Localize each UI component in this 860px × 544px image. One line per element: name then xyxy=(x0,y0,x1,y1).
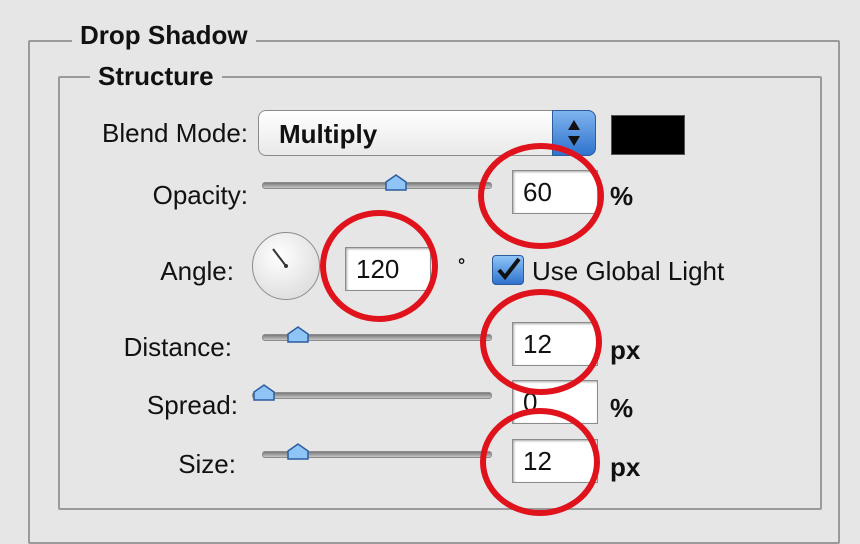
angle-dial[interactable] xyxy=(252,232,320,300)
distance-label: Distance: xyxy=(123,332,232,362)
degree-unit: ° xyxy=(458,255,466,275)
distance-highlight-ring xyxy=(480,289,602,395)
distance-unit: px xyxy=(610,335,641,365)
spread-slider-thumb[interactable] xyxy=(252,384,276,402)
spread-unit: % xyxy=(610,393,634,423)
size-label: Size: xyxy=(178,449,236,479)
spread-slider-track[interactable] xyxy=(252,392,492,399)
opacity-label: Opacity: xyxy=(152,180,248,210)
size-unit: px xyxy=(610,452,641,482)
blend-mode-value: Multiply xyxy=(279,119,378,149)
opacity-slider-thumb[interactable] xyxy=(384,174,408,192)
spread-label: Spread: xyxy=(146,390,238,420)
checkmark-icon xyxy=(497,257,521,281)
size-highlight-ring xyxy=(480,408,600,516)
structure-title: Structure xyxy=(90,61,222,91)
shadow-color-swatch[interactable] xyxy=(611,115,685,155)
size-slider-thumb[interactable] xyxy=(286,443,310,461)
distance-slider-thumb[interactable] xyxy=(286,326,310,344)
opacity-highlight-ring xyxy=(478,143,604,249)
use-global-light-checkbox[interactable] xyxy=(492,255,524,285)
opacity-slider-track[interactable] xyxy=(262,182,492,189)
drop-shadow-title: Drop Shadow xyxy=(72,20,256,50)
angle-highlight-ring xyxy=(320,210,438,322)
opacity-unit: % xyxy=(610,181,634,211)
use-global-light-label[interactable]: Use Global Light xyxy=(532,256,724,286)
blend-mode-label: Blend Mode: xyxy=(102,118,248,148)
angle-label: Angle: xyxy=(160,256,234,286)
